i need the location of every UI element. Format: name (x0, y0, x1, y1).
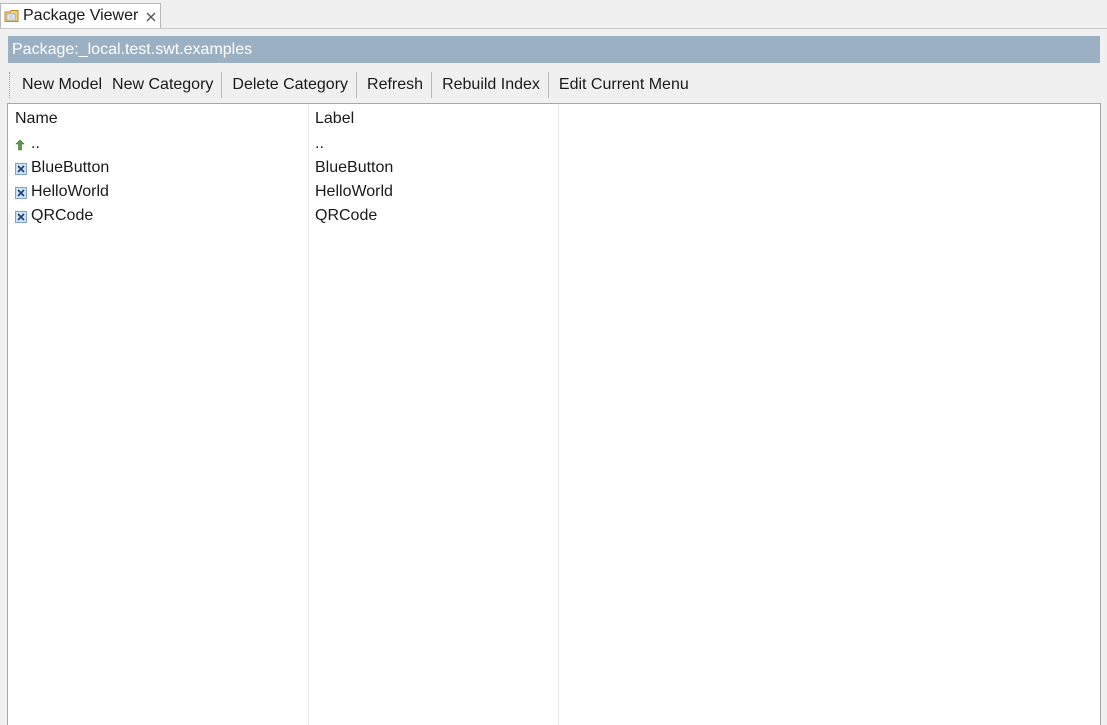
new-category-button[interactable]: New Category (106, 72, 217, 98)
table-row[interactable]: .. .. (8, 132, 1100, 156)
model-icon (15, 210, 27, 223)
row-label: QRCode (315, 207, 378, 224)
table-row[interactable]: HelloWorld HelloWorld (8, 180, 1100, 204)
tab-title: Package Viewer (23, 7, 139, 24)
tab-package-viewer[interactable]: Package Viewer (0, 3, 161, 28)
package-folder-icon (4, 9, 20, 23)
name-cell: .. (15, 132, 40, 156)
rebuild-index-button[interactable]: Rebuild Index (436, 72, 544, 98)
toolbar: New Model New Category Delete Category R… (9, 71, 693, 99)
name-cell: BlueButton (15, 156, 109, 180)
package-header: Package:_local.test.swt.examples (8, 36, 1100, 63)
row-label: HelloWorld (315, 183, 393, 200)
row-label: BlueButton (315, 159, 394, 176)
edit-current-menu-button[interactable]: Edit Current Menu (553, 72, 693, 98)
delete-category-button[interactable]: Delete Category (226, 72, 352, 98)
package-viewer-window: Package Viewer Package:_local.test.swt.e… (0, 0, 1107, 725)
new-model-button[interactable]: New Model (16, 72, 106, 98)
parent-up-arrow-icon (15, 138, 27, 151)
toolbar-separator (431, 72, 433, 98)
refresh-button[interactable]: Refresh (361, 72, 427, 98)
toolbar-grip[interactable] (9, 72, 12, 98)
package-table[interactable]: Name Label .. .. BlueButton BlueButton H… (7, 103, 1101, 725)
row-label: .. (315, 135, 324, 152)
row-name: BlueButton (31, 159, 110, 176)
row-name: .. (31, 135, 40, 152)
model-icon (15, 162, 27, 175)
name-cell: QRCode (15, 204, 93, 228)
model-icon (15, 186, 27, 199)
toolbar-separator (356, 72, 358, 98)
row-name: QRCode (31, 207, 94, 224)
column-header-label[interactable]: Label (315, 109, 354, 129)
close-icon[interactable] (145, 10, 157, 22)
toolbar-separator (221, 72, 223, 98)
table-row[interactable]: BlueButton BlueButton (8, 156, 1100, 180)
table-row[interactable]: QRCode QRCode (8, 204, 1100, 228)
tab-strip: Package Viewer (0, 0, 1107, 29)
column-header-name[interactable]: Name (15, 109, 58, 129)
name-cell: HelloWorld (15, 180, 109, 204)
row-name: HelloWorld (31, 183, 109, 200)
toolbar-separator (547, 72, 549, 98)
